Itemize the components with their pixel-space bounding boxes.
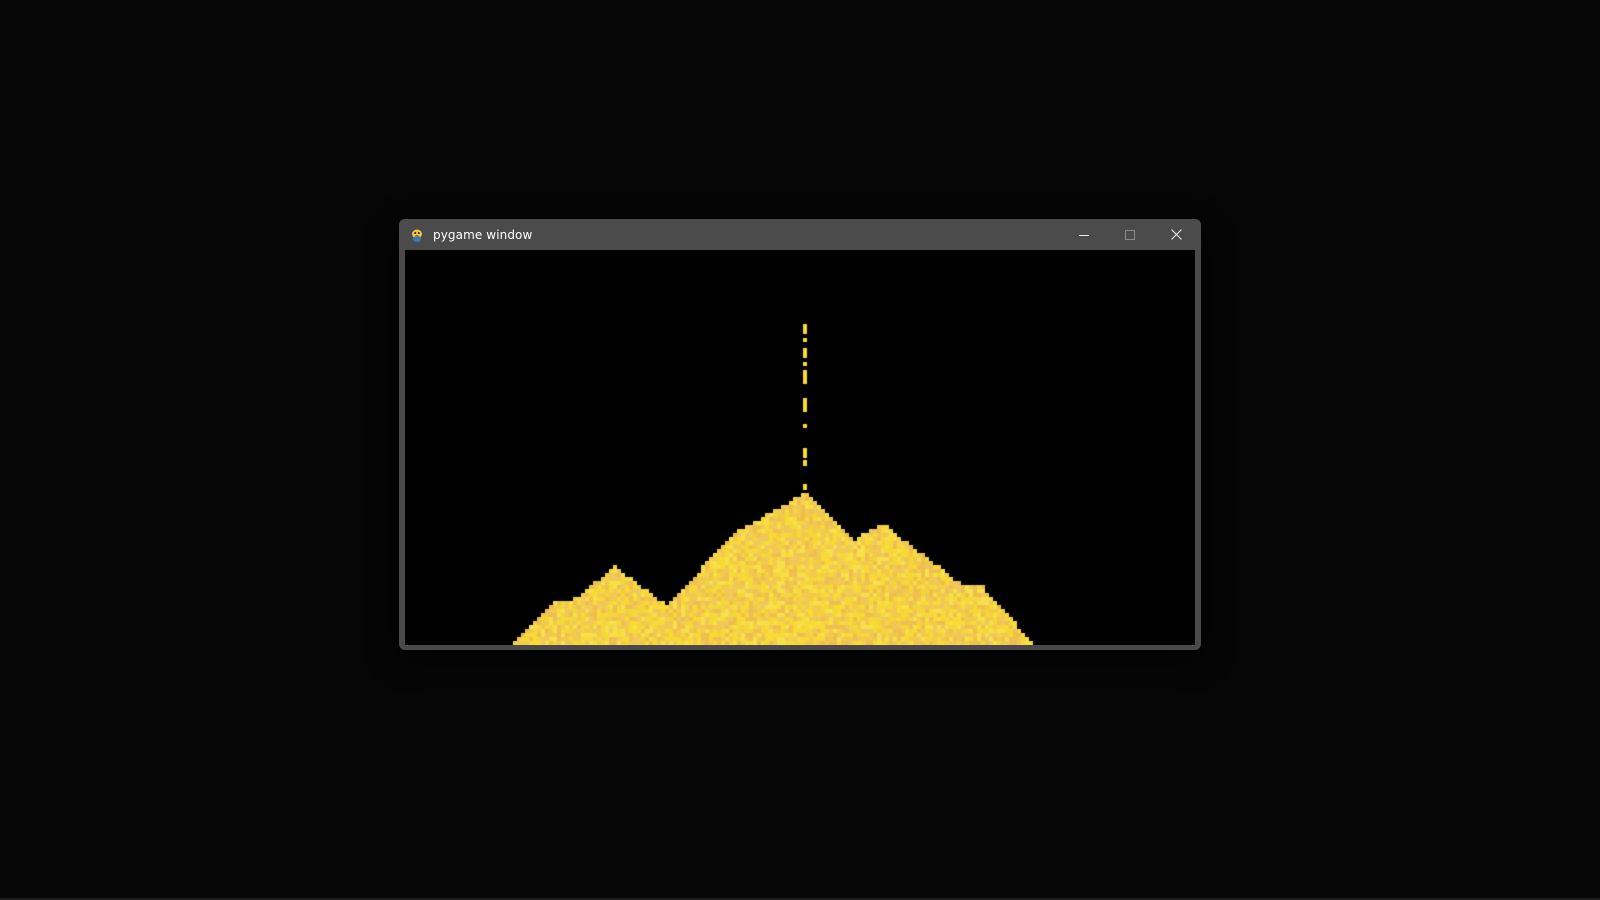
pygame-window[interactable]: pygame window	[399, 219, 1201, 650]
window-title: pygame window	[433, 227, 533, 242]
minimize-button[interactable]	[1061, 219, 1107, 250]
pygame-snake-icon	[412, 229, 422, 242]
maximize-button[interactable]	[1107, 219, 1153, 250]
sand-simulation-canvas[interactable]	[405, 250, 1195, 645]
close-icon	[1170, 229, 1182, 240]
game-canvas-area[interactable]	[405, 250, 1195, 645]
title-bar[interactable]: pygame window	[399, 219, 1201, 250]
close-button[interactable]	[1153, 219, 1199, 250]
minimize-icon	[1079, 234, 1089, 236]
maximize-icon	[1125, 229, 1135, 240]
